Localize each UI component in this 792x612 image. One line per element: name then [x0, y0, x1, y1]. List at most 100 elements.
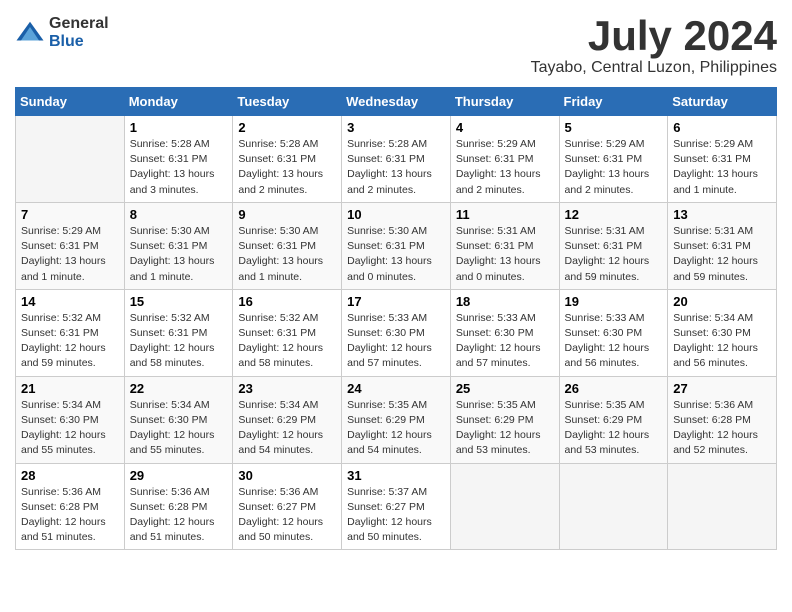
- day-number: 25: [456, 381, 554, 396]
- calendar-cell: 2Sunrise: 5:28 AM Sunset: 6:31 PM Daylig…: [233, 116, 342, 203]
- header-cell-thursday: Thursday: [450, 88, 559, 116]
- day-number: 7: [21, 207, 119, 222]
- day-info: Sunrise: 5:28 AM Sunset: 6:31 PM Dayligh…: [130, 137, 228, 198]
- day-info: Sunrise: 5:33 AM Sunset: 6:30 PM Dayligh…: [456, 311, 554, 372]
- calendar-cell: 6Sunrise: 5:29 AM Sunset: 6:31 PM Daylig…: [668, 116, 777, 203]
- day-info: Sunrise: 5:34 AM Sunset: 6:30 PM Dayligh…: [673, 311, 771, 372]
- week-row-2: 7 Sunrise: 5:29 AM Sunset: 6:31 PM Daylig…: [16, 202, 777, 289]
- day-info: Sunrise: 5:36 AM Sunset: 6:27 PM Dayligh…: [238, 485, 336, 546]
- calendar-cell: 20 Sunrise: 5:34 AM Sunset: 6:30 PM Dayli…: [668, 289, 777, 376]
- day-number: 26: [565, 381, 663, 396]
- calendar-cell: 4 Sunrise: 5:29 AM Sunset: 6:31 PM Daylig…: [450, 116, 559, 203]
- day-number: 10: [347, 207, 445, 222]
- calendar-cell: 9 Sunrise: 5:30 AM Sunset: 6:31 PM Daylig…: [233, 202, 342, 289]
- day-number: 5: [565, 120, 663, 135]
- day-number: 28: [21, 468, 119, 483]
- day-number: 23: [238, 381, 336, 396]
- title-section: July 2024 Tayabo, Central Luzon, Philipp…: [531, 15, 777, 77]
- calendar-cell: 17Sunrise: 5:33 AM Sunset: 6:30 PM Dayli…: [342, 289, 451, 376]
- day-info: Sunrise: 5:30 AM Sunset: 6:31 PM Dayligh…: [238, 224, 336, 285]
- day-info: Sunrise: 5:35 AM Sunset: 6:29 PM Dayligh…: [456, 398, 554, 459]
- day-info: Sunrise: 5:32 AM Sunset: 6:31 PM Dayligh…: [130, 311, 228, 372]
- day-number: 24: [347, 381, 445, 396]
- day-number: 27: [673, 381, 771, 396]
- header-cell-wednesday: Wednesday: [342, 88, 451, 116]
- calendar-cell: 3 Sunrise: 5:28 AM Sunset: 6:31 PM Daylig…: [342, 116, 451, 203]
- calendar-cell: 19 Sunrise: 5:33 AM Sunset: 6:30 PM Dayli…: [559, 289, 668, 376]
- day-number: 20: [673, 294, 771, 309]
- day-number: 14: [21, 294, 119, 309]
- day-info: Sunrise: 5:36 AM Sunset: 6:28 PM Dayligh…: [21, 485, 119, 546]
- day-info: Sunrise: 5:34 AM Sunset: 6:30 PM Dayligh…: [130, 398, 228, 459]
- calendar-cell: 18 Sunrise: 5:33 AM Sunset: 6:30 PM Dayli…: [450, 289, 559, 376]
- day-info: Sunrise: 5:33 AM Sunset: 6:30 PM Dayligh…: [565, 311, 663, 372]
- header-cell-saturday: Saturday: [668, 88, 777, 116]
- day-info: Sunrise: 5:29 AM Sunset: 6:31 PM Dayligh…: [21, 224, 119, 285]
- calendar-cell: 10 Sunrise: 5:30 AM Sunset: 6:31 PM Dayli…: [342, 202, 451, 289]
- day-info: Sunrise: 5:35 AM Sunset: 6:29 PM Dayligh…: [347, 398, 445, 459]
- week-row-5: 28 Sunrise: 5:36 AM Sunset: 6:28 PM Dayli…: [16, 463, 777, 550]
- calendar-cell: 11 Sunrise: 5:31 AM Sunset: 6:31 PM Dayli…: [450, 202, 559, 289]
- day-info: Sunrise: 5:36 AM Sunset: 6:28 PM Dayligh…: [130, 485, 228, 546]
- day-number: 31: [347, 468, 445, 483]
- day-number: 2: [238, 120, 336, 135]
- calendar-cell: 1 Sunrise: 5:28 AM Sunset: 6:31 PM Daylig…: [124, 116, 233, 203]
- day-number: 21: [21, 381, 119, 396]
- calendar-cell: 7 Sunrise: 5:29 AM Sunset: 6:31 PM Daylig…: [16, 202, 125, 289]
- day-info: Sunrise: 5:31 AM Sunset: 6:31 PM Dayligh…: [673, 224, 771, 285]
- day-info: Sunrise: 5:29 AM Sunset: 6:31 PM Dayligh…: [456, 137, 554, 198]
- calendar-cell: 29 Sunrise: 5:36 AM Sunset: 6:28 PM Dayli…: [124, 463, 233, 550]
- week-row-4: 21 Sunrise: 5:34 AM Sunset: 6:30 PM Dayli…: [16, 376, 777, 463]
- day-info: Sunrise: 5:28 AM Sunset: 6:31 PM Dayligh…: [347, 137, 445, 198]
- day-info: Sunrise: 5:32 AM Sunset: 6:31 PM Dayligh…: [238, 311, 336, 372]
- day-number: 29: [130, 468, 228, 483]
- day-number: 18: [456, 294, 554, 309]
- calendar-cell: 26 Sunrise: 5:35 AM Sunset: 6:29 PM Dayli…: [559, 376, 668, 463]
- calendar-table: SundayMondayTuesdayWednesdayThursdayFrid…: [15, 87, 777, 550]
- day-number: 13: [673, 207, 771, 222]
- calendar-cell: 5 Sunrise: 5:29 AM Sunset: 6:31 PM Daylig…: [559, 116, 668, 203]
- calendar-cell: 27 Sunrise: 5:36 AM Sunset: 6:28 PM Dayli…: [668, 376, 777, 463]
- day-info: Sunrise: 5:35 AM Sunset: 6:29 PM Dayligh…: [565, 398, 663, 459]
- calendar-cell: 15Sunrise: 5:32 AM Sunset: 6:31 PM Dayli…: [124, 289, 233, 376]
- day-number: 4: [456, 120, 554, 135]
- day-info: Sunrise: 5:32 AM Sunset: 6:31 PM Dayligh…: [21, 311, 119, 372]
- day-info: Sunrise: 5:31 AM Sunset: 6:31 PM Dayligh…: [456, 224, 554, 285]
- day-number: 11: [456, 207, 554, 222]
- calendar-cell: 24 Sunrise: 5:35 AM Sunset: 6:29 PM Dayli…: [342, 376, 451, 463]
- day-info: Sunrise: 5:36 AM Sunset: 6:28 PM Dayligh…: [673, 398, 771, 459]
- calendar-cell: 25 Sunrise: 5:35 AM Sunset: 6:29 PM Dayli…: [450, 376, 559, 463]
- day-number: 12: [565, 207, 663, 222]
- week-row-3: 14 Sunrise: 5:32 AM Sunset: 6:31 PM Dayli…: [16, 289, 777, 376]
- day-number: 9: [238, 207, 336, 222]
- day-number: 30: [238, 468, 336, 483]
- day-number: 22: [130, 381, 228, 396]
- calendar-cell: 21Sunrise: 5:34 AM Sunset: 6:30 PM Dayli…: [16, 376, 125, 463]
- day-info: Sunrise: 5:34 AM Sunset: 6:29 PM Dayligh…: [238, 398, 336, 459]
- day-number: 3: [347, 120, 445, 135]
- calendar-cell: [16, 116, 125, 203]
- logo: General Blue: [15, 15, 109, 50]
- calendar-cell: 23 Sunrise: 5:34 AM Sunset: 6:29 PM Dayli…: [233, 376, 342, 463]
- header-row: SundayMondayTuesdayWednesdayThursdayFrid…: [16, 88, 777, 116]
- day-info: Sunrise: 5:29 AM Sunset: 6:31 PM Dayligh…: [565, 137, 663, 198]
- calendar-cell: 16 Sunrise: 5:32 AM Sunset: 6:31 PM Dayli…: [233, 289, 342, 376]
- calendar-cell: [559, 463, 668, 550]
- calendar-cell: 8Sunrise: 5:30 AM Sunset: 6:31 PM Daylig…: [124, 202, 233, 289]
- logo-text: General Blue: [49, 15, 109, 50]
- calendar-cell: 30 Sunrise: 5:36 AM Sunset: 6:27 PM Dayli…: [233, 463, 342, 550]
- day-number: 1: [130, 120, 228, 135]
- header-cell-sunday: Sunday: [16, 88, 125, 116]
- calendar-cell: 28 Sunrise: 5:36 AM Sunset: 6:28 PM Dayli…: [16, 463, 125, 550]
- day-number: 16: [238, 294, 336, 309]
- day-info: Sunrise: 5:31 AM Sunset: 6:31 PM Dayligh…: [565, 224, 663, 285]
- day-info: Sunrise: 5:37 AM Sunset: 6:27 PM Dayligh…: [347, 485, 445, 546]
- day-number: 17: [347, 294, 445, 309]
- day-number: 6: [673, 120, 771, 135]
- day-number: 19: [565, 294, 663, 309]
- day-info: Sunrise: 5:30 AM Sunset: 6:31 PM Dayligh…: [347, 224, 445, 285]
- header-cell-tuesday: Tuesday: [233, 88, 342, 116]
- calendar-cell: 13 Sunrise: 5:31 AM Sunset: 6:31 PM Dayli…: [668, 202, 777, 289]
- month-title: July 2024: [531, 15, 777, 57]
- calendar-cell: 14 Sunrise: 5:32 AM Sunset: 6:31 PM Dayli…: [16, 289, 125, 376]
